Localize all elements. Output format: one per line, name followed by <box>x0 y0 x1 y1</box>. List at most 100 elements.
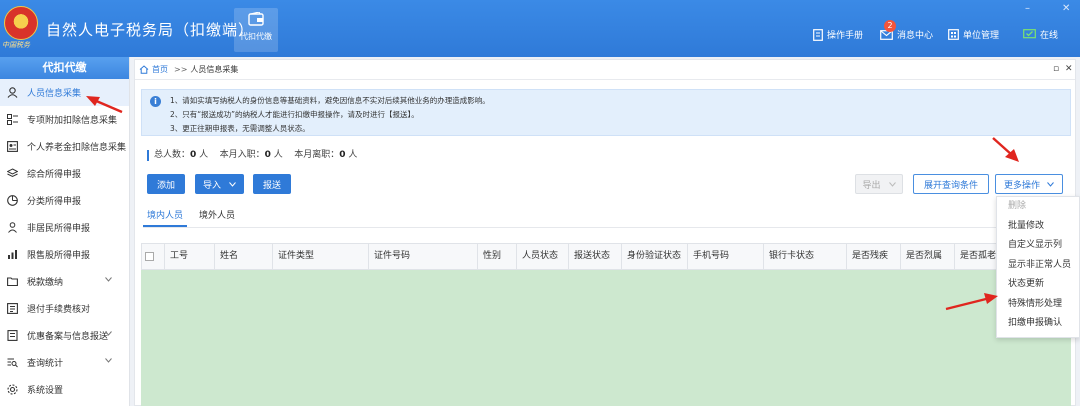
breadcrumb-home-link[interactable]: 首页 <box>152 64 168 75</box>
chevron-down-icon <box>105 331 112 336</box>
annotation-arrow-more-operations <box>992 137 1019 162</box>
column-header[interactable]: 身份验证状态 <box>621 244 687 269</box>
sidebar-item-label: 综合所得申报 <box>27 170 82 180</box>
import-button[interactable]: 导入 <box>195 174 244 194</box>
column-header[interactable]: 是否残疾 <box>846 244 900 269</box>
sidebar-item-comprehensive-income[interactable]: 综合所得申报 <box>0 160 129 187</box>
add-button[interactable]: 添加 <box>147 174 185 194</box>
column-header[interactable]: 人员状态 <box>516 244 568 269</box>
hired-label: 本月入职： <box>219 150 265 160</box>
user-icon <box>7 87 18 98</box>
manual-icon <box>813 28 823 41</box>
sidebar-item-label: 优惠备案与信息报送 <box>27 332 109 342</box>
gear-icon <box>7 384 18 395</box>
menu-item-show-abnormal[interactable]: 显示非正常人员 <box>997 256 1079 276</box>
more-operations-button[interactable]: 更多操作 <box>995 174 1063 194</box>
chevron-down-icon <box>105 277 112 282</box>
column-header[interactable]: 是否烈属 <box>900 244 954 269</box>
manual-link[interactable]: 操作手册 <box>813 28 863 41</box>
column-header[interactable]: 姓名 <box>214 244 272 269</box>
column-header[interactable]: 银行卡状态 <box>763 244 846 269</box>
withholding-tool-tile[interactable]: 代扣代缴 <box>234 8 278 52</box>
annotation-arrow-special-case <box>945 293 998 311</box>
wallet-icon <box>248 12 264 26</box>
tab-domestic[interactable]: 境内人员 <box>143 209 188 227</box>
unit-management-link[interactable]: 单位管理 <box>948 28 999 41</box>
menu-item-withholding-confirm[interactable]: 扣缴申报确认 <box>997 314 1079 334</box>
building-icon <box>948 29 959 40</box>
menu-item-status-update[interactable]: 状态更新 <box>997 275 1079 295</box>
sidebar-item-label: 非居民所得申报 <box>27 224 91 234</box>
tab-overseas[interactable]: 境外人员 <box>195 209 239 227</box>
sidebar-item-label: 限售股所得申报 <box>27 251 91 261</box>
table-body-empty <box>141 270 1071 406</box>
minimize-button[interactable]: – <box>1025 3 1030 14</box>
sidebar-item-label: 系统设置 <box>27 386 64 396</box>
person-icon <box>8 222 17 233</box>
more-operations-menu: 删除 批量修改 自定义显示列 显示非正常人员 状态更新 特殊情形处理 扣缴申报确… <box>996 196 1080 338</box>
unit-management-label: 单位管理 <box>963 31 1000 41</box>
sidebar-item-refund-fee-check[interactable]: 退付手续费核对 <box>0 295 129 322</box>
expand-query-button[interactable]: 展开查询条件 <box>913 174 989 194</box>
hired-unit: 人 <box>270 150 283 160</box>
restore-panel-button[interactable]: ▫ <box>1053 64 1059 74</box>
table-header: 工号 姓名 证件类型 证件号码 性别 人员状态 报送状态 身份验证状态 手机号码… <box>141 243 1071 270</box>
total-label: 总人数： <box>154 150 191 160</box>
personnel-stats: 总人数：0 人 本月入职：0 人 本月离职：0 人 <box>147 150 357 161</box>
notice-line: 3、更正往期申报表，无需调整人员状态。 <box>170 124 310 133</box>
total-unit: 人 <box>196 150 209 160</box>
column-header[interactable]: 证件号码 <box>368 244 477 269</box>
app-title: 自然人电子税务局（扣缴端） <box>46 21 255 39</box>
menu-item-custom-columns[interactable]: 自定义显示列 <box>997 236 1079 256</box>
select-all-cell <box>142 244 164 269</box>
sidebar-item-label: 专项附加扣除信息采集 <box>27 116 118 126</box>
sidebar-item-nonresident-income[interactable]: 非居民所得申报 <box>0 214 129 241</box>
chevron-down-icon <box>1047 181 1054 187</box>
column-header[interactable]: 报送状态 <box>568 244 621 269</box>
message-count-badge: 2 <box>884 20 896 32</box>
breadcrumb: 首页 >> 人员信息采集 <box>135 60 1075 80</box>
sidebar-item-label: 个人养老金扣除信息采集 <box>27 143 127 153</box>
sidebar-item-query-statistics[interactable]: 查询统计 <box>0 349 129 376</box>
chevron-down-icon <box>229 181 236 187</box>
checklist-icon <box>7 303 18 314</box>
submit-button[interactable]: 报送 <box>253 174 291 194</box>
menu-item-delete[interactable]: 删除 <box>997 197 1079 217</box>
select-all-checkbox[interactable] <box>145 252 154 261</box>
breadcrumb-current: 人员信息采集 <box>190 65 239 74</box>
info-icon: i <box>150 96 161 107</box>
left-unit: 人 <box>345 150 358 160</box>
personnel-tabs: 境内人员 境外人员 <box>143 209 247 227</box>
menu-item-special-case[interactable]: 特殊情形处理 <box>997 295 1079 315</box>
tax-emblem-logo <box>4 6 38 40</box>
column-header[interactable]: 性别 <box>477 244 516 269</box>
column-header[interactable]: 手机号码 <box>687 244 763 269</box>
sidebar-title: 代扣代缴 <box>0 57 129 79</box>
emblem-text: 中国税务 <box>2 41 30 49</box>
column-header[interactable]: 证件类型 <box>272 244 368 269</box>
menu-item-batch-edit[interactable]: 批量修改 <box>997 217 1079 237</box>
import-label: 导入 <box>202 180 221 191</box>
column-header[interactable]: 是否孤老 <box>954 244 1000 269</box>
notice-line: 1、请如实填写纳税人的身份信息等基础资料，避免因信息不实对后续其他业务的办理造成… <box>170 96 490 105</box>
sidebar-item-pension-deduction[interactable]: 个人养老金扣除信息采集 <box>0 133 129 160</box>
close-window-button[interactable]: ✕ <box>1062 3 1070 14</box>
sidebar-item-system-settings[interactable]: 系统设置 <box>0 376 129 403</box>
app-header: 中国税务 自然人电子税务局（扣缴端） 代扣代缴 – ✕ 操作手册 消息中心 2 … <box>0 0 1080 57</box>
notice-line: 2、只有“报送成功”的纳税人才能进行扣缴申报操作，请及时进行【报送】。 <box>170 110 419 119</box>
layers-icon <box>7 168 18 178</box>
document-icon <box>7 330 18 341</box>
sidebar-item-tax-payment[interactable]: 税款缴纳 <box>0 268 129 295</box>
export-button[interactable]: 导出 <box>855 174 903 194</box>
notice-box: i 1、请如实填写纳税人的身份信息等基础资料，避免因信息不实对后续其他业务的办理… <box>141 89 1071 136</box>
sidebar-item-classified-income[interactable]: 分类所得申报 <box>0 187 129 214</box>
sidebar-item-label: 退付手续费核对 <box>27 305 91 315</box>
column-header[interactable]: 工号 <box>164 244 214 269</box>
tab-divider <box>143 227 1069 228</box>
chevron-down-icon <box>105 358 112 363</box>
sidebar-item-label: 查询统计 <box>27 359 64 369</box>
close-panel-button[interactable]: ✕ <box>1065 64 1073 74</box>
sidebar-item-preferential-filing[interactable]: 优惠备案与信息报送 <box>0 322 129 349</box>
online-status[interactable]: 在线 <box>1023 28 1058 41</box>
sidebar-item-restricted-stock[interactable]: 限售股所得申报 <box>0 241 129 268</box>
